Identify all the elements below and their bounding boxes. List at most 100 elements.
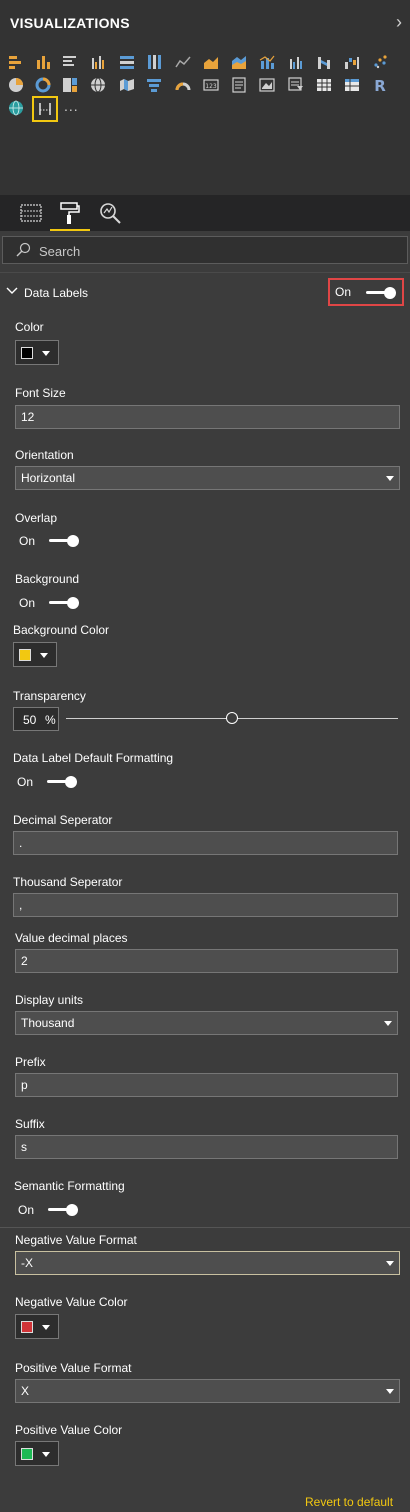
decimal-places-input[interactable]: 2 bbox=[15, 949, 398, 973]
visual-gallery: 123 R ... bbox=[0, 46, 410, 195]
overlap-label: Overlap bbox=[15, 511, 58, 525]
pane-title: VISUALIZATIONS bbox=[10, 15, 130, 31]
orientation-label: Orientation bbox=[15, 448, 74, 462]
positive-color-label: Positive Value Color bbox=[15, 1423, 123, 1437]
stacked-area-chart-icon[interactable] bbox=[231, 54, 247, 70]
transparency-input[interactable]: 50 % bbox=[13, 707, 59, 731]
semantic-formatting-toggle[interactable]: On bbox=[14, 1199, 84, 1219]
100-stacked-column-chart-icon[interactable] bbox=[146, 54, 162, 70]
clustered-column-chart-icon[interactable] bbox=[90, 54, 106, 70]
semantic-formatting-label: Semantic Formatting bbox=[14, 1179, 125, 1193]
svg-text:123: 123 bbox=[205, 83, 217, 90]
color-swatch bbox=[19, 649, 31, 661]
waterfall-chart-icon[interactable] bbox=[344, 54, 360, 70]
default-formatting-toggle[interactable]: On bbox=[13, 771, 83, 791]
stacked-column-chart-icon[interactable] bbox=[35, 54, 51, 70]
orientation-value: Horizontal bbox=[21, 471, 76, 485]
background-color-picker[interactable] bbox=[13, 642, 57, 667]
globe-map-icon[interactable] bbox=[8, 100, 24, 116]
stacked-bar-chart-icon[interactable] bbox=[8, 54, 24, 70]
fields-grid-icon bbox=[20, 204, 42, 222]
positive-format-value: X bbox=[21, 1384, 30, 1398]
clustered-bar-chart-icon[interactable] bbox=[62, 54, 78, 70]
toggle-knob bbox=[65, 776, 77, 788]
color-picker[interactable] bbox=[15, 340, 59, 365]
color-swatch bbox=[21, 1448, 33, 1460]
positive-format-select[interactable]: X bbox=[15, 1379, 400, 1403]
chevron-right-icon[interactable]: › bbox=[396, 12, 402, 33]
more-visuals-button[interactable]: ... bbox=[64, 98, 79, 114]
display-units-select[interactable]: Thousand bbox=[15, 1011, 398, 1035]
chevron-down-icon bbox=[384, 1021, 392, 1026]
thousand-separator-input[interactable]: , bbox=[13, 893, 398, 917]
background-label: Background bbox=[15, 572, 80, 586]
data-labels-toggle[interactable]: On bbox=[328, 278, 404, 306]
font-size-label: Font Size bbox=[15, 386, 66, 400]
line-chart-icon[interactable] bbox=[175, 54, 191, 70]
revert-to-default-link[interactable]: Revert to default bbox=[305, 1495, 393, 1509]
svg-text:R: R bbox=[374, 77, 386, 93]
section-divider bbox=[0, 1227, 410, 1228]
overlap-toggle[interactable]: On bbox=[15, 530, 85, 550]
pie-chart-icon[interactable] bbox=[8, 77, 24, 93]
r-script-visual-icon[interactable]: R bbox=[372, 77, 388, 93]
prefix-value: p bbox=[21, 1078, 28, 1092]
ribbon-chart-icon[interactable] bbox=[316, 54, 332, 70]
treemap-icon[interactable] bbox=[62, 77, 78, 93]
filled-map-icon[interactable] bbox=[119, 77, 135, 93]
kpi-icon[interactable] bbox=[259, 77, 275, 93]
tab-fields[interactable] bbox=[17, 200, 45, 226]
prefix-label: Prefix bbox=[15, 1055, 46, 1069]
line-and-clustered-column-chart-icon[interactable] bbox=[288, 54, 304, 70]
gauge-icon[interactable] bbox=[175, 77, 191, 93]
section-title: Data Labels bbox=[24, 286, 89, 300]
background-toggle[interactable]: On bbox=[15, 592, 85, 612]
color-swatch bbox=[21, 347, 33, 359]
toggle-knob bbox=[67, 535, 79, 547]
font-size-input[interactable]: 12 bbox=[15, 405, 400, 429]
transparency-unit: % bbox=[45, 713, 56, 727]
pane-tabs bbox=[0, 195, 410, 231]
suffix-input[interactable]: s bbox=[15, 1135, 398, 1159]
custom-visual-icon[interactable] bbox=[32, 96, 58, 122]
multi-row-card-icon[interactable] bbox=[231, 77, 247, 93]
negative-color-picker[interactable] bbox=[15, 1314, 59, 1339]
transparency-slider-thumb[interactable] bbox=[226, 712, 238, 724]
toggle-state: On bbox=[17, 775, 34, 789]
donut-chart-icon[interactable] bbox=[35, 77, 51, 93]
matrix-icon[interactable] bbox=[344, 77, 360, 93]
decimal-places-label: Value decimal places bbox=[15, 931, 128, 945]
chevron-down-icon[interactable] bbox=[6, 285, 18, 297]
scatter-chart-icon[interactable] bbox=[372, 54, 388, 70]
suffix-label: Suffix bbox=[15, 1117, 45, 1131]
transparency-value: 50 bbox=[23, 713, 37, 727]
tab-format[interactable] bbox=[50, 200, 90, 231]
decimal-separator-input[interactable]: . bbox=[13, 831, 398, 855]
thousand-separator-value: , bbox=[19, 898, 23, 912]
100-stacked-bar-chart-icon[interactable] bbox=[119, 54, 135, 70]
suffix-value: s bbox=[21, 1140, 27, 1154]
search-input[interactable]: Search bbox=[2, 236, 408, 264]
positive-format-label: Positive Value Format bbox=[15, 1361, 132, 1375]
slicer-icon[interactable] bbox=[288, 77, 304, 93]
table-icon[interactable] bbox=[316, 77, 332, 93]
chevron-down-icon bbox=[42, 351, 50, 356]
prefix-input[interactable]: p bbox=[15, 1073, 398, 1097]
positive-color-picker[interactable] bbox=[15, 1441, 59, 1466]
negative-format-select[interactable]: -X bbox=[15, 1251, 400, 1275]
visualizations-header: VISUALIZATIONS › bbox=[0, 0, 410, 46]
area-chart-icon[interactable] bbox=[203, 54, 219, 70]
toggle-state: On bbox=[19, 596, 36, 610]
decimal-places-value: 2 bbox=[21, 954, 28, 968]
map-icon[interactable] bbox=[90, 77, 106, 93]
funnel-icon[interactable] bbox=[146, 77, 162, 93]
negative-format-label: Negative Value Format bbox=[15, 1233, 137, 1247]
paint-roller-icon bbox=[60, 202, 80, 224]
card-icon[interactable]: 123 bbox=[203, 77, 219, 93]
line-and-stacked-column-chart-icon[interactable] bbox=[259, 54, 275, 70]
orientation-select[interactable]: Horizontal bbox=[15, 466, 400, 490]
tab-analytics[interactable] bbox=[96, 200, 124, 226]
chevron-down-icon bbox=[386, 1389, 394, 1394]
toggle-state: On bbox=[335, 285, 352, 299]
toggle-state: On bbox=[18, 1203, 35, 1217]
